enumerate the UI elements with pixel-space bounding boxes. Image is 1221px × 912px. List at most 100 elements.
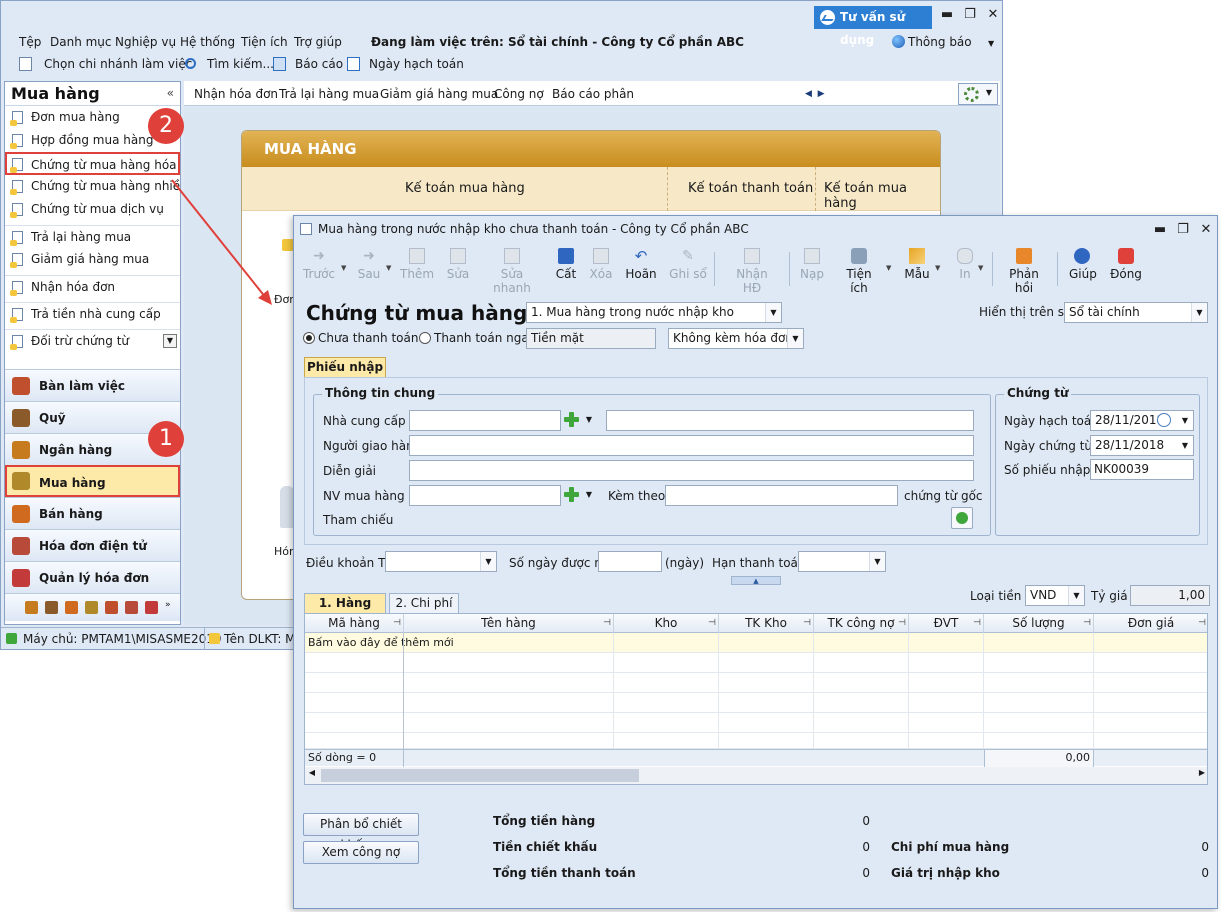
menu-utilities[interactable]: Tiện ích xyxy=(241,35,288,49)
tab-goods-money[interactable]: 1. Hàng tiền xyxy=(304,593,386,629)
book-select[interactable]: Sổ tài chính ▼ xyxy=(1064,302,1208,323)
col-warehouse[interactable]: Kho ⊣ xyxy=(614,614,719,633)
add-supplier-icon[interactable] xyxy=(563,411,581,429)
due-date-input[interactable]: ▼ xyxy=(798,551,886,572)
collapse-icon[interactable]: « xyxy=(167,86,174,100)
reference-add-button[interactable] xyxy=(951,507,973,529)
chevron-left-icon[interactable]: ◀ xyxy=(305,768,319,777)
tab-purchase-discount[interactable]: Giảm giá hàng mua xyxy=(380,87,498,101)
edit-button[interactable]: Sửa xyxy=(444,248,472,281)
module-invoice-management[interactable]: Quản lý hóa đơn xyxy=(5,561,180,593)
currency-select[interactable]: VND ▼ xyxy=(1025,585,1085,606)
menu-help[interactable]: Trợ giúp xyxy=(294,35,342,49)
posting-date-input[interactable]: 28/11/2018 ▼ xyxy=(1090,410,1194,431)
receive-invoice-button[interactable]: Nhận HĐ xyxy=(726,248,778,295)
chevron-down-icon[interactable]: ▼ xyxy=(988,39,994,48)
col-unit[interactable]: ĐVT ⊣ xyxy=(909,614,984,633)
posting-date-button[interactable]: Ngày hạch toán xyxy=(369,57,464,71)
module-e-invoice[interactable]: Hóa đơn điện tử xyxy=(5,529,180,561)
load-button[interactable]: Nạp xyxy=(799,248,825,281)
template-button[interactable]: Mẫu xyxy=(903,248,931,281)
sidebar-item-pay-supplier[interactable]: Trả tiền nhà cung cấp xyxy=(5,302,180,325)
table-row[interactable] xyxy=(305,693,1207,713)
chevron-right-icon[interactable]: ▶ xyxy=(1195,768,1207,777)
deliverer-input[interactable] xyxy=(409,435,974,456)
module-desktop[interactable]: Bàn làm việc xyxy=(5,369,180,401)
table-row[interactable] xyxy=(305,733,1207,749)
consult-button[interactable]: Tư vấn sử dụng xyxy=(814,6,932,47)
tab-costs[interactable]: 2. Chi phí xyxy=(389,593,459,613)
supplier-code-input[interactable] xyxy=(409,410,561,431)
pin-icon[interactable]: ⊣ xyxy=(393,614,401,632)
pin-icon[interactable]: ⊣ xyxy=(898,614,906,632)
sidebar-item-multi-invoice-voucher[interactable]: Chứng từ mua hàng nhiều... xyxy=(5,175,180,198)
col-quantity[interactable]: Số lượng ⊣ xyxy=(984,614,1094,633)
col-payable-account[interactable]: TK công nợ ⊣ xyxy=(814,614,909,633)
pin-icon[interactable]: ⊣ xyxy=(973,614,981,632)
table-row[interactable] xyxy=(305,713,1207,733)
chevron-down-icon[interactable]: ▼ xyxy=(341,264,346,272)
menu-catalog[interactable]: Danh mục xyxy=(50,35,112,49)
terms-select[interactable]: ▼ xyxy=(385,551,497,572)
pin-icon[interactable]: ⊣ xyxy=(1083,614,1091,632)
module-sales[interactable]: Bán hàng xyxy=(5,497,180,529)
close-button[interactable]: ✕ xyxy=(1197,222,1215,237)
close-dialog-button[interactable]: Đóng xyxy=(1110,248,1142,281)
chevron-down-icon[interactable]: ▼ xyxy=(163,334,177,348)
choose-branch-button[interactable]: Chọn chi nhánh làm việc xyxy=(44,57,192,71)
radio-unpaid[interactable] xyxy=(303,332,315,344)
close-button[interactable]: ✕ xyxy=(984,7,1002,22)
horizontal-scrollbar[interactable]: ◀ ▶ xyxy=(305,767,1207,784)
chevron-down-icon[interactable]: ▼ xyxy=(386,264,391,272)
sidebar-item-receive-invoice[interactable]: Nhận hóa đơn xyxy=(5,275,180,298)
tab-scroll-arrows[interactable]: ◀ ▶ xyxy=(805,89,825,99)
pin-icon[interactable]: ⊣ xyxy=(803,614,811,632)
chevron-down-icon[interactable]: ▼ xyxy=(581,410,597,429)
allocate-discount-button[interactable]: Phân bổ chiết khấu... xyxy=(303,813,419,852)
chevron-down-icon[interactable]: ▼ xyxy=(581,485,597,504)
utilities-button[interactable]: Tiện ích xyxy=(837,248,881,295)
sidebar-item-purchase-return[interactable]: Trả lại hàng mua xyxy=(5,225,180,248)
add-row-hint[interactable]: Bấm vào đây để thêm mới xyxy=(305,633,1207,653)
col-stock-account[interactable]: TK Kho ⊣ xyxy=(719,614,814,633)
debt-days-input[interactable] xyxy=(598,551,662,572)
report-button[interactable]: Báo cáo xyxy=(295,57,343,71)
tab-receipt[interactable]: Phiếu nhập xyxy=(304,357,386,377)
table-row[interactable] xyxy=(305,653,1207,673)
previous-button[interactable]: ➜ Trước xyxy=(302,248,336,281)
col-item-code[interactable]: Mã hàng ⊣ xyxy=(305,614,404,633)
menu-file[interactable]: Tệp xyxy=(19,35,41,49)
minimize-button[interactable]: ▬ xyxy=(938,7,956,22)
description-input[interactable] xyxy=(409,460,974,481)
help-button[interactable]: Giúp xyxy=(1069,248,1097,281)
sidebar-item-offset-voucher[interactable]: Đối trừ chứng từ ▼ xyxy=(5,329,180,352)
save-button[interactable]: Cất xyxy=(553,248,579,281)
table-row[interactable] xyxy=(305,673,1207,693)
radio-paid-now-label[interactable]: Thanh toán ngay xyxy=(434,331,536,345)
shortcut-icon[interactable] xyxy=(85,601,98,614)
quick-edit-button[interactable]: Sửa nhanh xyxy=(482,248,542,295)
maximize-button[interactable]: ❐ xyxy=(961,7,979,22)
maximize-button[interactable]: ❐ xyxy=(1174,222,1192,237)
radio-paid-now[interactable] xyxy=(419,332,431,344)
chevron-down-icon[interactable]: ▼ xyxy=(886,264,891,272)
tab-receive-invoice[interactable]: Nhận hóa đơn xyxy=(194,87,278,101)
chevron-down-icon[interactable]: ▼ xyxy=(1177,411,1193,430)
post-button[interactable]: ✎ Ghi sổ xyxy=(669,248,707,281)
invoice-option-select[interactable]: Không kèm hóa đơn ▼ xyxy=(668,328,804,349)
chevron-down-icon[interactable]: ▼ xyxy=(1177,436,1193,455)
tab-purchase-return[interactable]: Trả lại hàng mua xyxy=(279,87,379,101)
sidebar-item-purchase-discount[interactable]: Giảm giá hàng mua xyxy=(5,248,180,271)
tab-payables[interactable]: Công nợ xyxy=(494,87,544,101)
next-button[interactable]: ➜ Sau xyxy=(354,248,384,281)
clock-icon[interactable] xyxy=(1157,413,1171,427)
col-unit-price[interactable]: Đơn giá ⊣ xyxy=(1094,614,1207,633)
chevron-right-icon[interactable]: » xyxy=(165,600,173,613)
shortcut-icon[interactable] xyxy=(25,601,38,614)
shortcut-icon[interactable] xyxy=(65,601,78,614)
view-debt-button[interactable]: Xem công nợ xyxy=(303,841,419,864)
settings-button[interactable]: ▼ xyxy=(958,83,998,105)
pin-icon[interactable]: ⊣ xyxy=(708,614,716,632)
voucher-date-input[interactable]: 28/11/2018 ▼ xyxy=(1090,435,1194,456)
chevron-down-icon[interactable]: ▼ xyxy=(935,264,940,272)
